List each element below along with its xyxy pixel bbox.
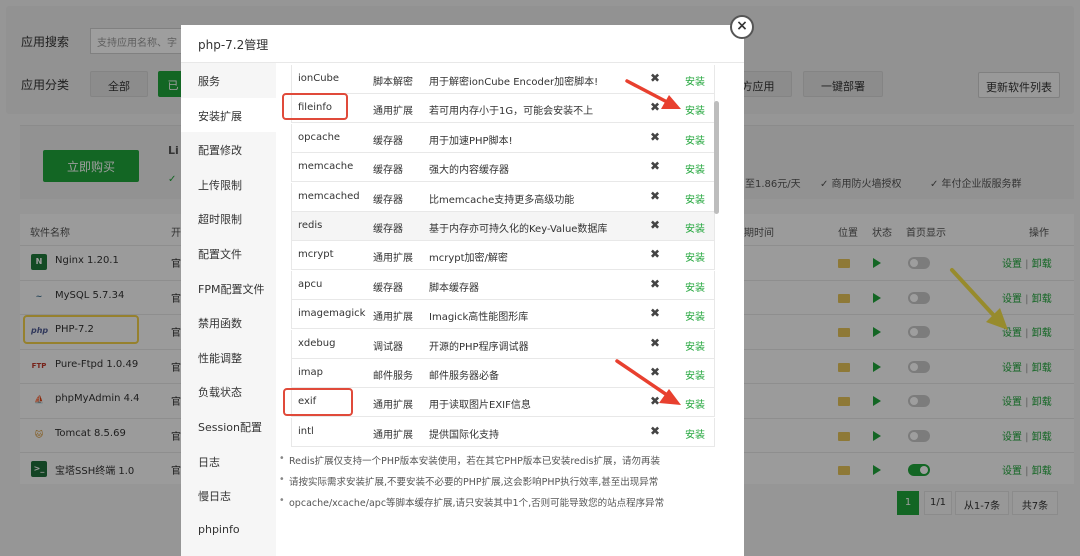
- menu-item[interactable]: 安装扩展: [181, 97, 276, 132]
- note-item: opcache/xcache/apc等脚本缓存扩展,请只安装其中1个,否则可能导…: [279, 495, 664, 509]
- extension-description: 比memcache支持更多高级功能: [429, 194, 575, 206]
- close-dialog-button[interactable]: ×: [730, 15, 754, 39]
- extension-row: memcache 缓存器 强大的内容缓存器 ✖ 安装: [291, 153, 715, 183]
- extension-name: imap: [298, 367, 323, 378]
- extension-type: 邮件服务: [373, 371, 413, 382]
- extension-description: 用于解密ionCube Encoder加密脚本!: [429, 77, 599, 88]
- extension-description: Imagick高性能图形库: [429, 312, 529, 324]
- menu-item[interactable]: 负载状态: [181, 374, 276, 408]
- install-link[interactable]: 安装: [685, 426, 705, 441]
- extension-description: 用于加速PHP脚本!: [429, 135, 513, 147]
- note-item: 请按实际需求安装扩展,不要安装不必要的PHP扩展,这会影响PHP执行效率,甚至出…: [279, 474, 658, 488]
- extension-scrollbar[interactable]: [714, 101, 719, 214]
- extension-type: 脚本解密: [373, 77, 413, 88]
- extension-name: ionCube: [298, 73, 340, 84]
- not-installed-icon: ✖: [650, 306, 661, 321]
- menu-item[interactable]: FPM配置文件: [181, 271, 276, 305]
- extension-row: apcu 缓存器 脚本缓存器 ✖ 安装: [291, 270, 715, 300]
- dialog-title: php-7.2管理: [181, 25, 744, 63]
- extension-type: 缓存器: [373, 135, 403, 147]
- extension-name: opcache: [298, 131, 341, 143]
- extension-name: apcu: [298, 278, 323, 290]
- not-installed-icon: ✖: [650, 247, 661, 262]
- menu-item[interactable]: 配置修改: [181, 132, 276, 166]
- extension-description: 若可用内存小于1G，可能会安装不上: [429, 106, 594, 118]
- install-link[interactable]: 安装: [685, 161, 705, 176]
- install-link[interactable]: 安装: [685, 308, 705, 323]
- extension-description: 脚本缓存器: [429, 282, 479, 294]
- extension-description: mcrypt加密/解密: [429, 253, 508, 265]
- extension-name: intl: [298, 425, 314, 437]
- extension-name: memcache: [298, 161, 354, 173]
- not-installed-icon: ✖: [650, 335, 661, 350]
- extension-description: 强大的内容缓存器: [429, 165, 509, 177]
- menu-item[interactable]: 慢日志: [181, 478, 276, 512]
- menu-item[interactable]: phpinfo: [181, 513, 276, 547]
- extension-type: 缓存器: [373, 282, 403, 294]
- extension-type: 通用扩展: [373, 312, 413, 324]
- extension-name: redis: [298, 220, 323, 231]
- extension-row: intl 通用扩展 提供国际化支持 ✖ 安装: [291, 417, 715, 447]
- menu-item[interactable]: 配置文件: [181, 236, 276, 270]
- note-item: Redis扩展仅支持一个PHP版本安装使用，若在其它PHP版本已安装redis扩…: [279, 453, 660, 467]
- not-installed-icon: ✖: [650, 423, 661, 438]
- not-installed-icon: ✖: [650, 276, 661, 291]
- menu-item[interactable]: 禁用函数: [181, 305, 276, 339]
- extension-type: 缓存器: [373, 165, 403, 177]
- extension-description: 基于内存亦可持久化的Key-Value数据库: [429, 224, 608, 235]
- extension-name: memcached: [298, 190, 360, 202]
- menu-item[interactable]: Session配置: [181, 409, 276, 443]
- menu-item[interactable]: 超时限制: [181, 201, 276, 235]
- extension-type: 通用扩展: [373, 400, 413, 412]
- not-installed-icon: ✖: [650, 159, 661, 174]
- fileinfo-highlight-box: [282, 93, 348, 120]
- extension-type: 缓存器: [373, 194, 403, 206]
- red-arrow-icon: [615, 359, 681, 405]
- extension-name: xdebug: [298, 337, 336, 349]
- install-link[interactable]: 安装: [685, 279, 705, 294]
- extension-type: 通用扩展: [373, 106, 413, 118]
- install-link[interactable]: 安装: [685, 132, 705, 147]
- extension-description: 提供国际化支持: [429, 429, 499, 441]
- extension-name: mcrypt: [298, 249, 334, 261]
- not-installed-icon: ✖: [650, 218, 661, 232]
- not-installed-icon: ✖: [650, 188, 661, 203]
- not-installed-icon: ✖: [650, 129, 661, 144]
- menu-item[interactable]: 上传限制: [181, 167, 276, 201]
- menu-item[interactable]: 性能调整: [181, 340, 276, 374]
- extension-row: memcached 缓存器 比memcache支持更多高级功能 ✖ 安装: [291, 182, 715, 212]
- php-manage-dialog: php-7.2管理 服务 安装扩展 配置修改 上传限制 超时限制 配置文件 FPM配置文件禁…: [181, 25, 744, 556]
- extension-row: opcache 缓存器 用于加速PHP脚本! ✖ 安装: [291, 123, 715, 153]
- extension-row: imagemagick 通用扩展 Imagick高性能图形库 ✖ 安装: [291, 300, 715, 330]
- install-link[interactable]: 安装: [685, 338, 705, 353]
- install-link[interactable]: 安装: [685, 191, 705, 206]
- extension-type: 通用扩展: [373, 253, 413, 265]
- red-arrow-icon: [625, 79, 681, 109]
- install-link[interactable]: 安装: [685, 220, 705, 235]
- extension-type: 通用扩展: [373, 429, 413, 441]
- extension-type: 调试器: [373, 341, 403, 353]
- menu-item[interactable]: 日志: [181, 444, 276, 478]
- menu-item[interactable]: 服务: [181, 63, 276, 97]
- extension-description: 开源的PHP程序调试器: [429, 341, 529, 353]
- extension-name: imagemagick: [298, 308, 366, 320]
- exif-highlight-box: [283, 388, 353, 416]
- extension-row: redis 缓存器 基于内存亦可持久化的Key-Value数据库 ✖ 安装: [291, 212, 715, 241]
- install-link[interactable]: 安装: [685, 249, 705, 264]
- extension-row: mcrypt 通用扩展 mcrypt加密/解密 ✖ 安装: [291, 241, 715, 271]
- dialog-menu: 服务 安装扩展 配置修改 上传限制 超时限制 配置文件 FPM配置文件 禁用函数 性能调整 负载状…: [181, 63, 276, 556]
- extension-type: 缓存器: [373, 224, 403, 235]
